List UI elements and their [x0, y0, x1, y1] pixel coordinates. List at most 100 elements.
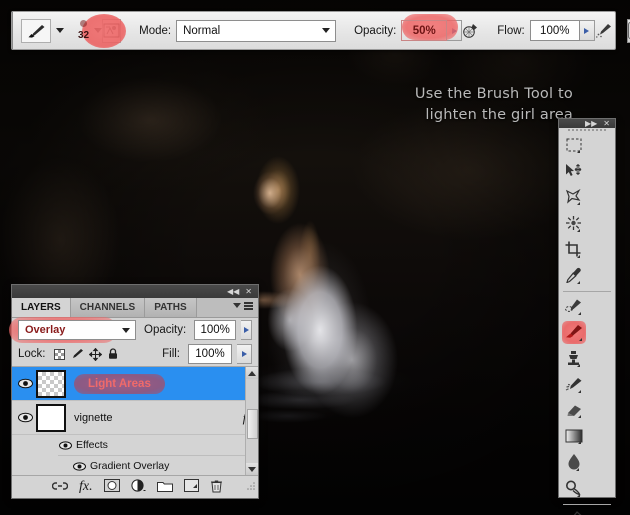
rectangular-marquee-tool[interactable] [559, 133, 588, 159]
pressure-opacity-glyph [463, 24, 478, 38]
brush-size-value: 32 [78, 30, 90, 41]
effects-label: Effects [76, 439, 108, 451]
blend-mode-select[interactable]: Overlay [18, 320, 136, 340]
blur-tool[interactable] [559, 450, 588, 476]
layer-thumbnail[interactable] [36, 369, 66, 398]
dodge-tool[interactable] [559, 476, 588, 502]
tool-grid: T [559, 133, 615, 515]
layer-visibility-icon[interactable] [14, 378, 36, 389]
scroll-up-icon[interactable] [246, 367, 258, 379]
eyedropper-tool[interactable] [559, 263, 588, 289]
gradient-tool[interactable] [559, 424, 588, 450]
fill-input[interactable]: 100% [188, 344, 232, 364]
brush-tool[interactable] [559, 320, 588, 346]
layer-lock-row: Lock: Fill: 100% [12, 342, 258, 366]
chevron-down-icon[interactable] [56, 28, 64, 33]
blend-mode-control[interactable]: Mode: Normal [135, 12, 337, 49]
tab-channels[interactable]: CHANNELS [70, 298, 146, 317]
healing-brush-tool[interactable] [559, 294, 588, 320]
layer-name-vignette[interactable]: vignette [74, 412, 243, 424]
tab-layers-label: LAYERS [21, 302, 61, 313]
layer-opacity-input[interactable]: 100% [194, 320, 237, 340]
table-row[interactable]: vignette fx [12, 401, 258, 435]
scroll-down-icon[interactable] [246, 463, 258, 475]
tool-preset-picker[interactable] [13, 12, 64, 49]
fill-label: Fill: [162, 348, 180, 360]
crop-tool[interactable] [559, 237, 588, 263]
layer-blend-row: Overlay Opacity: 100% [9, 317, 258, 343]
panel-menu-icon[interactable] [233, 302, 253, 310]
flow-control[interactable]: Flow: 100% [493, 12, 595, 49]
layers-panel-titlebar[interactable]: ◀◀ ✕ [12, 285, 258, 298]
mode-label: Mode: [139, 24, 172, 37]
flow-label: Flow: [497, 24, 525, 37]
opacity-input[interactable]: 50% [401, 20, 448, 41]
opacity-control[interactable]: Opacity: 50% [350, 12, 463, 49]
pressure-opacity-icon[interactable] [462, 19, 479, 43]
lock-buttons [53, 347, 120, 361]
lock-all-icon[interactable] [107, 348, 120, 361]
new-layer-icon[interactable] [183, 479, 199, 495]
collapse-icon[interactable]: ◀◀ [227, 287, 239, 296]
fill-stepper[interactable] [237, 344, 252, 364]
scrollbar[interactable] [245, 367, 258, 475]
gradient-overlay-visibility-icon[interactable] [72, 461, 86, 471]
layer-list[interactable]: Light Areas vignette fx Effects [12, 366, 258, 476]
add-layer-mask-icon[interactable] [103, 479, 120, 495]
delete-layer-icon[interactable] [210, 479, 223, 496]
eraser-tool[interactable] [559, 398, 588, 424]
table-row[interactable]: Light Areas [12, 367, 258, 401]
clone-stamp-tool[interactable] [559, 346, 588, 372]
layer-style-fx-icon[interactable]: fx. [79, 479, 93, 495]
flow-input[interactable]: 100% [529, 20, 580, 41]
layers-panel-tabs: LAYERS CHANNELS PATHS [12, 298, 258, 318]
lasso-tool[interactable] [559, 185, 588, 211]
mode-select[interactable]: Normal [176, 19, 337, 42]
tools-panel: ▶▶ ✕ [558, 118, 616, 515]
divider [563, 291, 611, 292]
list-item-effects[interactable]: Effects [12, 435, 258, 455]
tab-paths-label: PATHS [154, 302, 187, 313]
blend-mode-value: Overlay [25, 324, 66, 336]
divider-2 [563, 504, 611, 505]
lock-transparency-icon[interactable] [53, 348, 66, 361]
new-adjustment-layer-icon[interactable] [131, 479, 146, 495]
history-brush-tool[interactable] [559, 372, 588, 398]
new-group-icon[interactable] [156, 480, 173, 495]
layer-visibility-icon[interactable] [14, 412, 36, 423]
lock-position-icon[interactable] [88, 347, 102, 361]
lock-image-icon[interactable] [71, 348, 84, 361]
move-tool[interactable] [559, 159, 588, 185]
airbrush-icon[interactable] [595, 19, 613, 43]
scrollbar-thumb[interactable] [247, 409, 258, 439]
blend-mode-control-panel[interactable]: Overlay [9, 317, 136, 343]
mode-value: Normal [183, 24, 221, 37]
resize-grip[interactable] [247, 481, 258, 493]
tools-panel-titlebar[interactable]: ▶▶ ✕ [559, 119, 615, 128]
layer-name-label: Light Areas [88, 377, 151, 390]
brush-size-control[interactable]: 32 [78, 11, 126, 50]
list-item-gradient-overlay[interactable]: Gradient Overlay [12, 456, 258, 475]
brush-icon[interactable] [21, 18, 51, 43]
brush-glyph [28, 24, 45, 38]
flow-stepper[interactable] [579, 20, 595, 41]
photoshop-window: Use the Brush Tool to lighten the girl a… [0, 0, 630, 515]
close-icon[interactable]: ✕ [245, 287, 252, 296]
tab-layers[interactable]: LAYERS [12, 298, 71, 317]
tab-channels-label: CHANNELS [79, 302, 136, 313]
close-icon[interactable]: ✕ [603, 119, 610, 128]
link-layers-icon[interactable] [51, 481, 69, 494]
pen-tool[interactable] [559, 507, 588, 515]
annotation-line-2: lighten the girl area [425, 107, 573, 123]
layer-thumbnail[interactable] [36, 403, 66, 432]
brush-tip-preview [80, 20, 88, 27]
effects-visibility-icon[interactable] [58, 440, 72, 450]
layer-opacity-stepper[interactable] [241, 320, 252, 340]
annotation-line-1: Use the Brush Tool to [414, 86, 573, 102]
magic-wand-tool[interactable] [559, 211, 588, 237]
layer-name-light-areas[interactable]: Light Areas [74, 373, 258, 394]
expand-icon[interactable]: ▶▶ [585, 119, 597, 128]
gradient-overlay-label: Gradient Overlay [90, 460, 170, 472]
layers-panel: ◀◀ ✕ LAYERS CHANNELS PATHS Overlay Opaci… [9, 284, 259, 499]
tab-paths[interactable]: PATHS [145, 298, 197, 317]
